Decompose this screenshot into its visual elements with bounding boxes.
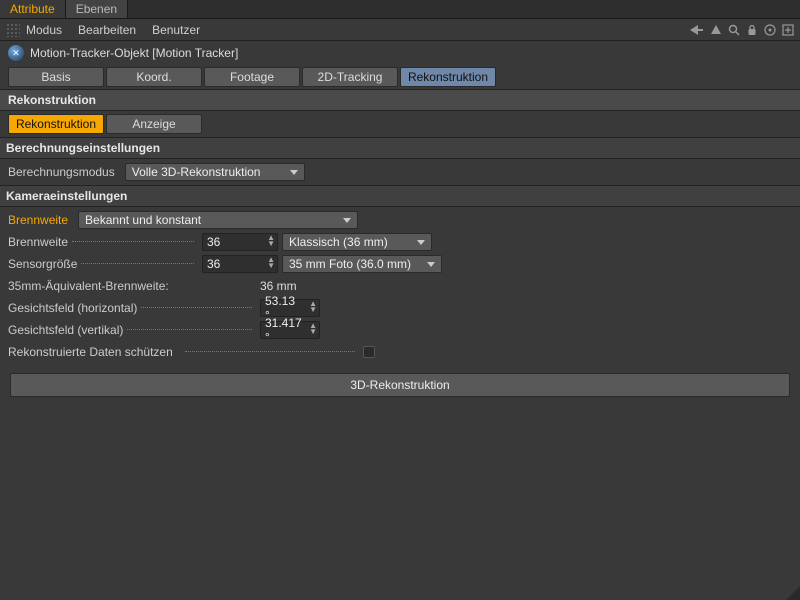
tab-2d-tracking[interactable]: 2D-Tracking <box>302 67 398 87</box>
row-berechnungsmodus: Berechnungsmodus Volle 3D-Rekonstruktion <box>8 161 792 183</box>
label-protect: Rekonstruierte Daten schützen <box>8 345 173 359</box>
new-panel-icon[interactable] <box>782 24 794 36</box>
nav-up-icon[interactable] <box>710 24 722 36</box>
tab-rekonstruktion[interactable]: Rekonstruktion <box>400 67 496 87</box>
object-header: ✕ Motion-Tracker-Objekt [Motion Tracker] <box>0 41 800 65</box>
label-eq35: 35mm-Äquivalent-Brennweite: <box>8 279 169 293</box>
value-eq35: 36 mm <box>260 279 297 293</box>
input-fov-h[interactable]: 53.13 ° ▲▼ <box>260 299 320 317</box>
label-brennweite: Brennweite <box>8 235 68 249</box>
group-berechnung: Berechnungseinstellungen <box>0 137 800 159</box>
stepper-icon[interactable]: ▲▼ <box>309 323 317 335</box>
select-brennweite-mode[interactable]: Bekannt und konstant <box>78 211 358 229</box>
search-icon[interactable] <box>728 24 740 36</box>
label-sensor: Sensorgröße <box>8 257 77 271</box>
input-fov-v-value: 31.417 ° <box>265 316 303 344</box>
subtab-anzeige[interactable]: Anzeige <box>106 114 202 134</box>
run-reconstruction-button[interactable]: 3D-Rekonstruktion <box>10 373 790 397</box>
menu-bearbeiten[interactable]: Bearbeiten <box>78 23 136 37</box>
menu-modus[interactable]: Modus <box>26 23 62 37</box>
row-brennweite-value: Brennweite 36 ▲▼ Klassisch (36 mm) <box>8 231 792 253</box>
tab-ebenen[interactable]: Ebenen <box>66 0 128 18</box>
label-fov-h: Gesichtsfeld (horizontal) <box>8 301 137 315</box>
row-fov-v: Gesichtsfeld (vertikal) 31.417 ° ▲▼ <box>8 319 792 341</box>
resize-corner-icon[interactable] <box>786 586 800 600</box>
object-name: Motion-Tracker-Objekt [Motion Tracker] <box>30 46 238 60</box>
divider <box>127 329 252 330</box>
label-brennweite-mode: Brennweite <box>8 213 68 227</box>
tab-footage[interactable]: Footage <box>204 67 300 87</box>
target-icon[interactable] <box>764 24 776 36</box>
row-eq35: 35mm-Äquivalent-Brennweite: 36 mm <box>8 275 792 297</box>
row-sensor: Sensorgröße 36 ▲▼ 35 mm Foto (36.0 mm) <box>8 253 792 275</box>
stepper-icon[interactable]: ▲▼ <box>267 235 275 247</box>
group-kamera: Kameraeinstellungen <box>0 185 800 207</box>
section-rekonstruktion: Rekonstruktion <box>0 89 800 111</box>
object-tabs: Basis Koord. Footage 2D-Tracking Rekonst… <box>0 65 800 89</box>
grip-icon[interactable] <box>6 23 20 37</box>
input-fov-v[interactable]: 31.417 ° ▲▼ <box>260 321 320 339</box>
select-berechnungsmodus[interactable]: Volle 3D-Rekonstruktion <box>125 163 305 181</box>
attribute-menubar: Modus Bearbeiten Benutzer <box>0 19 800 41</box>
row-protect: Rekonstruierte Daten schützen <box>8 341 792 363</box>
row-fov-h: Gesichtsfeld (horizontal) 53.13 ° ▲▼ <box>8 297 792 319</box>
divider <box>141 307 252 308</box>
label-fov-v: Gesichtsfeld (vertikal) <box>8 323 123 337</box>
tab-attribute[interactable]: Attribute <box>0 0 66 18</box>
divider <box>185 351 355 352</box>
tab-koord[interactable]: Koord. <box>106 67 202 87</box>
menu-benutzer[interactable]: Benutzer <box>152 23 200 37</box>
nav-back-icon[interactable] <box>688 24 704 36</box>
input-sensor[interactable]: 36 ▲▼ <box>202 255 278 273</box>
input-sensor-value: 36 <box>207 257 220 271</box>
lock-icon[interactable] <box>746 24 758 36</box>
toolbar-right <box>688 24 794 36</box>
panel-tabs: Attribute Ebenen <box>0 0 800 19</box>
stepper-icon[interactable]: ▲▼ <box>267 257 275 269</box>
input-brennweite[interactable]: 36 ▲▼ <box>202 233 278 251</box>
input-brennweite-value: 36 <box>207 235 220 249</box>
label-berechnungsmodus: Berechnungsmodus <box>8 165 115 179</box>
divider <box>81 263 194 264</box>
tab-basis[interactable]: Basis <box>8 67 104 87</box>
sub-tabs: Rekonstruktion Anzeige <box>0 111 800 137</box>
checkbox-protect[interactable] <box>363 346 375 358</box>
motion-tracker-icon: ✕ <box>8 45 24 61</box>
select-brennweite-preset[interactable]: Klassisch (36 mm) <box>282 233 432 251</box>
stepper-icon[interactable]: ▲▼ <box>309 301 317 313</box>
select-sensor-preset[interactable]: 35 mm Foto (36.0 mm) <box>282 255 442 273</box>
row-brennweite-mode: Brennweite Bekannt und konstant <box>8 209 792 231</box>
divider <box>72 241 194 242</box>
subtab-rekonstruktion[interactable]: Rekonstruktion <box>8 114 104 134</box>
